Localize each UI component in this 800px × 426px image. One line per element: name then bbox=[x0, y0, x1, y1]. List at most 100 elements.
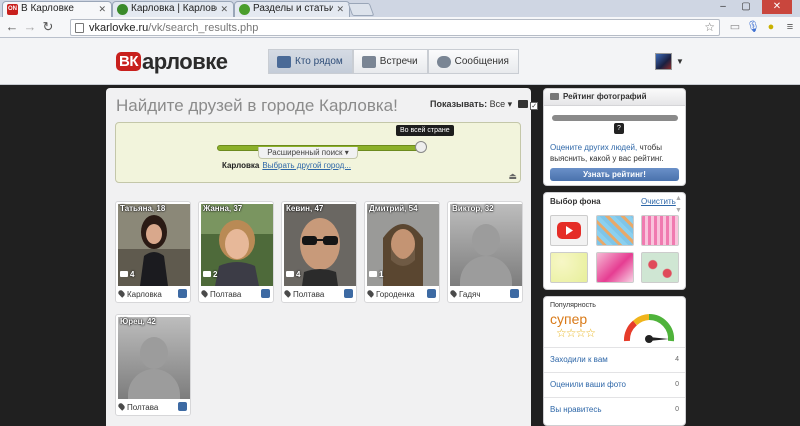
browser-tab-3[interactable]: Разделы и статьи - Пане ✕ bbox=[234, 1, 350, 17]
person-card[interactable]: Кевин, 47 4 Полтава bbox=[281, 201, 357, 303]
person-city: Полтава bbox=[117, 402, 158, 412]
get-rating-button[interactable]: Узнать рейтинг! bbox=[550, 168, 679, 181]
minimize-icon[interactable]: – bbox=[712, 0, 734, 14]
person-card[interactable]: Виктор, 32 Гадяч bbox=[447, 201, 523, 303]
person-photo-placeholder[interactable] bbox=[118, 317, 190, 399]
chat-bubble-icon bbox=[436, 55, 451, 68]
back-arrow-icon[interactable]: ← bbox=[4, 19, 20, 35]
background-option-green[interactable] bbox=[550, 252, 588, 283]
rate-others-link[interactable]: Оцените других людей, bbox=[550, 143, 637, 152]
bookmark-star-icon[interactable]: ☆ bbox=[704, 20, 715, 34]
add-friend-icon[interactable] bbox=[344, 289, 353, 298]
clear-background-link[interactable]: Очистить bbox=[641, 197, 676, 206]
add-friend-icon[interactable] bbox=[178, 289, 187, 298]
location-pin-icon bbox=[366, 289, 375, 298]
user-avatar[interactable] bbox=[655, 53, 672, 70]
city-line: Карловка Выбрать другой город... bbox=[222, 161, 351, 170]
chevron-up-icon: ▲ bbox=[675, 195, 682, 202]
tab-title: Разделы и статьи - Пане bbox=[253, 3, 333, 14]
advanced-search-toggle[interactable]: Расширенный поиск ▾ bbox=[258, 147, 358, 159]
location-pin-icon bbox=[449, 289, 458, 298]
rating-unknown-marker: ? bbox=[614, 123, 624, 134]
search-results-panel: Найдите друзей в городе Карловка! Показы… bbox=[106, 88, 539, 426]
person-photo-placeholder[interactable] bbox=[450, 204, 522, 286]
photo-rating-header: Рейтинг фотографий bbox=[544, 89, 685, 106]
site-nav: Кто рядом Встречи Сообщения bbox=[268, 49, 519, 74]
change-city-link[interactable]: Выбрать другой город... bbox=[262, 161, 351, 170]
tab-title: Карловка | Карловский bbox=[131, 3, 217, 14]
site-favicon-icon bbox=[117, 4, 128, 15]
person-city: Карловка bbox=[117, 289, 162, 299]
photo-only-checkbox[interactable]: ✓ bbox=[530, 102, 539, 110]
photo-count: 1 bbox=[369, 270, 383, 279]
menu-icon[interactable]: ≡ bbox=[783, 20, 797, 34]
current-city: Карловка bbox=[222, 161, 260, 170]
popularity-level: супер bbox=[550, 311, 588, 327]
add-friend-icon[interactable] bbox=[427, 289, 436, 298]
photo-rating-box: Рейтинг фотографий ? Оцените других люде… bbox=[543, 88, 686, 186]
forward-arrow-icon[interactable]: → bbox=[22, 19, 38, 35]
location-pin-icon bbox=[117, 289, 126, 298]
address-bar[interactable]: vkarlovke.ru/vk/search_results.php ☆ bbox=[70, 19, 720, 36]
browser-tab-1[interactable]: ON В Карловке ✕ bbox=[2, 1, 112, 17]
show-filter[interactable]: Показывать: Все ▾ ✓ bbox=[430, 99, 539, 110]
add-friend-icon[interactable] bbox=[510, 289, 519, 298]
maximize-icon[interactable]: ▢ bbox=[735, 0, 757, 14]
rating-bar bbox=[552, 115, 678, 121]
background-option-stripes[interactable] bbox=[641, 215, 679, 246]
browser-tab-2[interactable]: Карловка | Карловский ✕ bbox=[112, 1, 234, 17]
rating-text: Оцените других людей, чтобы выяснить, ка… bbox=[550, 143, 664, 163]
person-name: Виктор, 32 bbox=[452, 204, 494, 213]
distance-slider-handle[interactable] bbox=[415, 141, 427, 153]
person-card[interactable]: Юрец, 42 Полтава bbox=[115, 314, 191, 416]
tab-close-icon[interactable]: ✕ bbox=[220, 2, 228, 16]
add-friend-icon[interactable] bbox=[261, 289, 270, 298]
person-name: Жанна, 37 bbox=[203, 204, 243, 213]
extension-icon[interactable]: ▭ bbox=[728, 20, 742, 34]
camera-icon bbox=[286, 271, 294, 277]
person-card[interactable]: Дмитрий, 54 1 Городенка bbox=[364, 201, 440, 303]
new-tab-button[interactable] bbox=[347, 3, 375, 16]
person-city: Городенка bbox=[366, 289, 415, 299]
reload-icon[interactable]: ↻ bbox=[40, 19, 56, 35]
stat-visitors[interactable]: Заходили к вам 4 bbox=[544, 347, 685, 371]
background-option-pink[interactable] bbox=[596, 252, 634, 283]
people-icon bbox=[277, 55, 291, 68]
person-city: Гадяч bbox=[449, 289, 481, 299]
extension-icon[interactable]: ● bbox=[764, 20, 778, 34]
page-icon bbox=[75, 23, 84, 33]
background-picker: Выбор фона Очистить ▲ ▼ bbox=[543, 192, 686, 290]
user-silhouette-icon bbox=[472, 224, 500, 256]
nav-tab-messages[interactable]: Сообщения bbox=[427, 49, 519, 74]
person-name: Юрец, 42 bbox=[120, 317, 156, 326]
page-title: Найдите друзей в городе Карловка! bbox=[116, 96, 398, 115]
person-card[interactable]: Жанна, 37 2 Полтава bbox=[198, 201, 274, 303]
add-friend-icon[interactable] bbox=[178, 402, 187, 411]
location-pin-icon bbox=[117, 402, 126, 411]
nav-tab-nearby[interactable]: Кто рядом bbox=[268, 49, 353, 74]
site-logo[interactable]: ВК арловке bbox=[116, 49, 228, 75]
person-name: Дмитрий, 54 bbox=[369, 204, 418, 213]
chevron-down-icon[interactable]: ▼ bbox=[676, 57, 684, 66]
camera-icon bbox=[120, 271, 128, 277]
photo-count: 4 bbox=[120, 270, 134, 279]
background-option-floral[interactable] bbox=[641, 252, 679, 283]
collapse-icon[interactable]: ⏏ bbox=[508, 171, 517, 182]
background-option-pattern[interactable] bbox=[596, 215, 634, 246]
nav-tab-meetings[interactable]: Встречи bbox=[352, 49, 428, 74]
stat-likes[interactable]: Вы нравитесь 0 bbox=[544, 397, 685, 421]
background-option-youtube[interactable] bbox=[550, 215, 588, 246]
window-close-icon[interactable]: ✕ bbox=[762, 0, 792, 14]
location-pin-icon bbox=[283, 289, 292, 298]
youtube-icon bbox=[557, 222, 581, 239]
tab-title: В Карловке bbox=[21, 3, 74, 14]
camera-icon bbox=[550, 93, 559, 100]
stat-photo-ratings[interactable]: Оценили ваши фото 0 bbox=[544, 372, 685, 396]
tab-close-icon[interactable]: ✕ bbox=[336, 2, 344, 16]
person-card[interactable]: Татьяна, 18 4 Карловка bbox=[115, 201, 191, 303]
user-silhouette-icon bbox=[140, 337, 168, 369]
camera-icon bbox=[369, 271, 377, 277]
microphone-icon[interactable]: 🎙 bbox=[746, 20, 760, 34]
tab-close-icon[interactable]: ✕ bbox=[98, 2, 106, 16]
slider-tooltip: Во всей стране bbox=[396, 125, 454, 136]
